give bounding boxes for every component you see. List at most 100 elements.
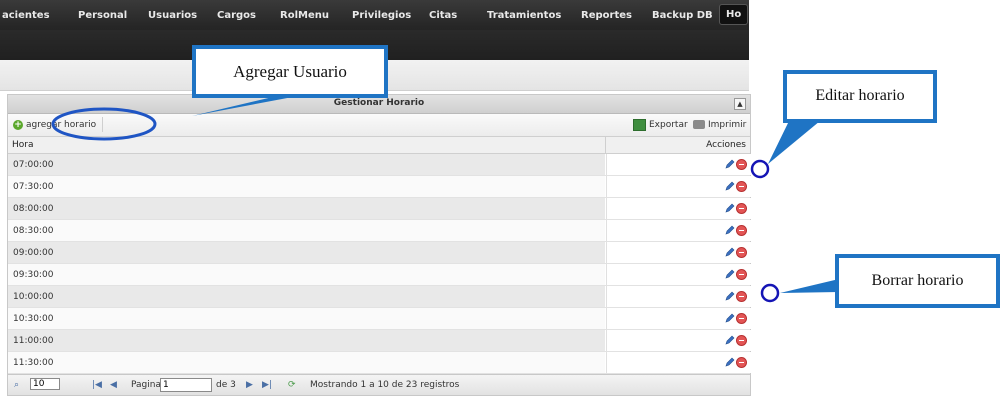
hora-value: 10:00:00 [13, 292, 54, 302]
grid-title: Gestionar Horario [333, 98, 425, 108]
grid-toolbar: + agregar horario Exportar Imprimir [8, 114, 750, 137]
hora-cell: 08:00:00 [8, 198, 605, 219]
pencil-icon[interactable] [725, 335, 735, 345]
column-divider [605, 137, 606, 153]
nav-item-horario[interactable]: Ho [719, 4, 749, 25]
pencil-icon[interactable] [725, 357, 735, 367]
nav-item-cargos[interactable]: Cargos [217, 10, 256, 21]
table-row[interactable]: 10:30:00 [8, 308, 751, 330]
table-row[interactable]: 11:00:00 [8, 330, 751, 352]
delete-icon[interactable] [736, 225, 747, 236]
acciones-cell [606, 220, 751, 241]
agregar-usuario-callout: Agregar Usuario [192, 45, 388, 98]
hora-value: 09:30:00 [13, 270, 54, 280]
delete-icon[interactable] [736, 269, 747, 280]
pencil-icon[interactable] [725, 247, 735, 257]
pencil-icon[interactable] [725, 313, 735, 323]
hora-cell: 07:30:00 [8, 176, 605, 197]
column-header-acciones: Acciones [706, 140, 746, 150]
hora-value: 10:30:00 [13, 314, 54, 324]
delete-icon[interactable] [736, 159, 747, 170]
last-page-icon[interactable]: ▶| [262, 380, 272, 390]
delete-icon[interactable] [736, 335, 747, 346]
delete-icon[interactable] [736, 247, 747, 258]
delete-icon[interactable] [736, 181, 747, 192]
nav-item-pacientes[interactable]: acientes [2, 10, 50, 21]
export-label: Exportar [649, 119, 688, 130]
acciones-cell [606, 330, 751, 351]
nav-item-backup-db[interactable]: Backup DB [652, 10, 713, 21]
prev-page-icon[interactable]: ◀ [110, 380, 117, 390]
page-size-select[interactable]: 10 [30, 378, 60, 390]
refresh-icon[interactable]: ⟳ [288, 380, 296, 390]
table-row[interactable]: 10:00:00 [8, 286, 751, 308]
acciones-cell [606, 242, 751, 263]
table-row[interactable]: 09:00:00 [8, 242, 751, 264]
table-row[interactable]: 11:30:00 [8, 352, 751, 374]
pencil-icon[interactable] [725, 225, 735, 235]
print-label: Imprimir [708, 119, 747, 130]
page-label: Pagina [131, 380, 161, 390]
nav-item-rolmenu[interactable]: RolMenu [280, 10, 329, 21]
nav-item-citas[interactable]: Citas [429, 10, 457, 21]
nav-item-reportes[interactable]: Reportes [581, 10, 632, 21]
hora-cell: 09:00:00 [8, 242, 605, 263]
page-of-label: de 3 [216, 380, 236, 390]
column-header-hora[interactable]: Hora [12, 140, 34, 150]
delete-icon[interactable] [736, 203, 747, 214]
hora-value: 07:00:00 [13, 160, 54, 170]
delete-icon[interactable] [736, 291, 747, 302]
table-row[interactable]: 08:00:00 [8, 198, 751, 220]
table-row[interactable]: 07:00:00 [8, 154, 751, 176]
collapse-icon[interactable]: ▲ [734, 98, 746, 110]
nav-item-tratamientos[interactable]: Tratamientos [487, 10, 561, 21]
add-horario-button[interactable]: + agregar horario [13, 117, 104, 132]
horario-grid: Gestionar Horario ▲ + agregar horario Ex… [7, 94, 751, 396]
borrar-highlight-circle [760, 283, 780, 303]
hora-cell: 09:30:00 [8, 264, 605, 285]
pencil-icon[interactable] [725, 269, 735, 279]
add-icon: + [13, 119, 23, 130]
delete-icon[interactable] [736, 313, 747, 324]
hora-cell: 08:30:00 [8, 220, 605, 241]
nav-item-privilegios[interactable]: Privilegios [352, 10, 411, 21]
nav-item-personal[interactable]: Personal [78, 10, 127, 21]
table-row[interactable]: 08:30:00 [8, 220, 751, 242]
editar-highlight-circle [750, 159, 770, 179]
hora-cell: 10:00:00 [8, 286, 605, 307]
acciones-cell [606, 154, 751, 175]
pencil-icon[interactable] [725, 181, 735, 191]
next-page-icon[interactable]: ▶ [246, 380, 253, 390]
first-page-icon[interactable]: |◀ [92, 380, 102, 390]
acciones-cell [606, 264, 751, 285]
acciones-cell [606, 308, 751, 329]
table-row[interactable]: 09:30:00 [8, 264, 751, 286]
grid-pager: ⌕ 10 |◀ ◀ Pagina de 3 ▶ ▶| ⟳ Mostrando 1… [7, 374, 751, 396]
pencil-icon[interactable] [725, 203, 735, 213]
delete-icon[interactable] [736, 357, 747, 368]
editar-callout-pointer [768, 121, 820, 164]
pencil-icon[interactable] [725, 291, 735, 301]
hora-cell: 07:00:00 [8, 154, 605, 175]
acciones-cell [606, 286, 751, 307]
hora-value: 08:30:00 [13, 226, 54, 236]
hora-value: 08:00:00 [13, 204, 54, 214]
nav-item-usuarios[interactable]: Usuarios [148, 10, 197, 21]
acciones-cell [606, 176, 751, 197]
page-input[interactable] [160, 378, 212, 392]
hora-cell: 11:30:00 [8, 352, 605, 373]
hora-value: 11:00:00 [13, 336, 54, 346]
hora-value: 07:30:00 [13, 182, 54, 192]
pager-status: Mostrando 1 a 10 de 23 registros [310, 380, 460, 390]
table-row[interactable]: 07:30:00 [8, 176, 751, 198]
pencil-icon[interactable] [725, 159, 735, 169]
hora-cell: 10:30:00 [8, 308, 605, 329]
export-button[interactable]: Exportar [633, 117, 688, 132]
hora-cell: 11:00:00 [8, 330, 605, 351]
acciones-cell [606, 198, 751, 219]
add-horario-label: agregar horario [26, 119, 97, 130]
borrar-horario-callout: Borrar horario [835, 254, 1000, 308]
print-button[interactable]: Imprimir [693, 117, 746, 132]
search-icon[interactable]: ⌕ [14, 380, 19, 390]
editar-horario-callout: Editar horario [783, 70, 937, 123]
